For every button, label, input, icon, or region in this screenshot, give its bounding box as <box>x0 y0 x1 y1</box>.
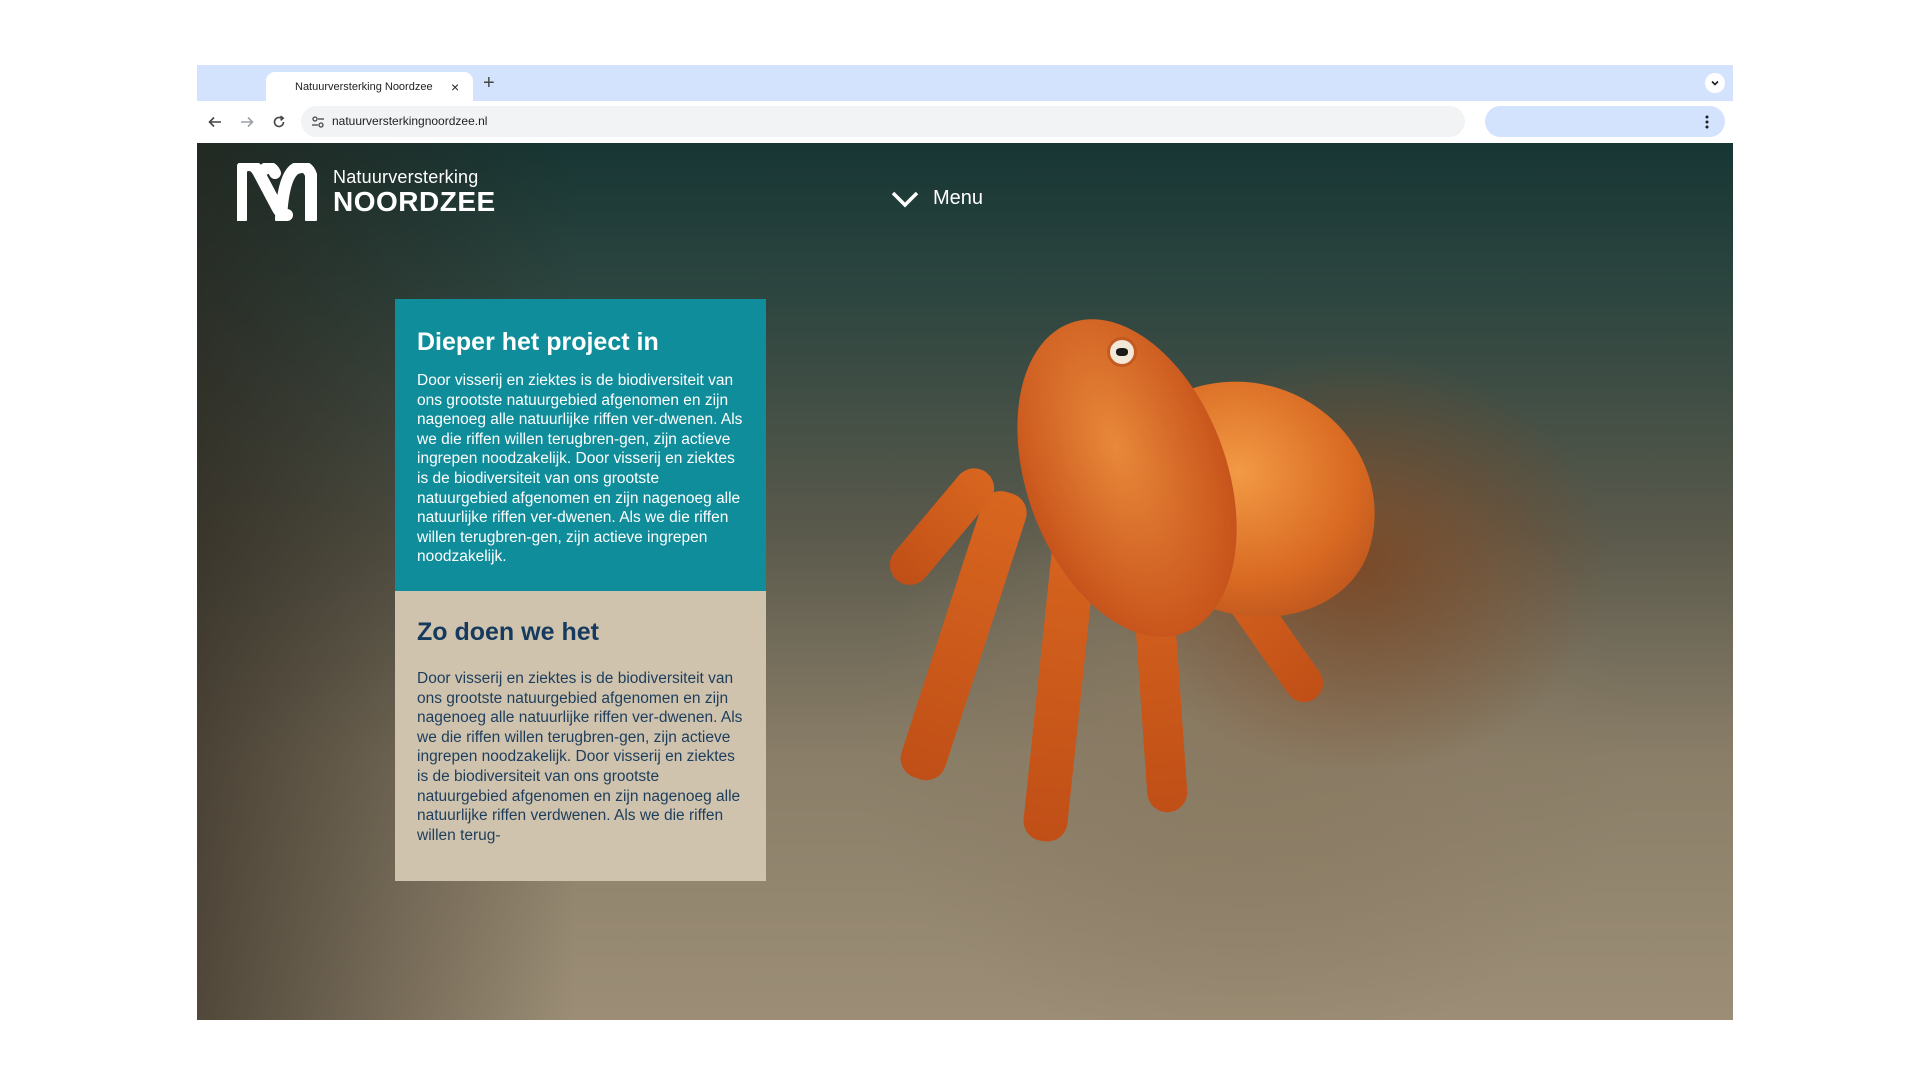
url-text[interactable]: natuurversterkingnoordzee.nl <box>332 114 487 128</box>
tab-search-button[interactable] <box>1705 73 1725 93</box>
site-info-icon[interactable] <box>309 113 327 131</box>
address-bar[interactable]: natuurversterkingnoordzee.nl <box>301 106 1465 137</box>
kebab-menu-icon[interactable] <box>1701 115 1713 129</box>
forward-arrow-icon <box>241 116 254 128</box>
logo-wordmark: Natuurversterking NOORDZEE <box>333 168 496 216</box>
back-button[interactable] <box>203 110 227 134</box>
reload-button[interactable] <box>267 110 291 134</box>
tab-title: Natuurversterking Noordzee <box>295 80 433 93</box>
menu-button[interactable]: Menu <box>891 187 983 210</box>
reload-icon <box>273 115 285 128</box>
browser-window: Natuurversterking Noordzee × + natuurver… <box>197 65 1733 1020</box>
browser-toolbar: natuurversterkingnoordzee.nl <box>197 101 1733 143</box>
panel-title: Zo doen we het <box>417 618 599 646</box>
back-arrow-icon <box>208 116 221 128</box>
panel-body: Door visserij en ziektes is de biodivers… <box>417 670 743 844</box>
octopus-eye <box>1107 337 1137 367</box>
tab-close-icon[interactable]: × <box>451 80 459 94</box>
profile-area[interactable] <box>1485 106 1725 137</box>
chevron-down-icon <box>891 191 919 207</box>
browser-tab[interactable]: Natuurversterking Noordzee × <box>266 72 473 101</box>
chevron-down-icon <box>1711 80 1719 86</box>
menu-label: Menu <box>933 187 984 209</box>
panel-title: Dieper het project in <box>417 328 659 356</box>
forward-button[interactable] <box>235 110 259 134</box>
site-logo[interactable]: Natuurversterking NOORDZEE <box>237 163 496 221</box>
logo-line-2: NOORDZEE <box>333 186 496 217</box>
approach-panel: Zo doen we het Door visserij en ziektes … <box>395 591 766 881</box>
panel-body: Door visserij en ziektes is de biodivers… <box>417 372 743 566</box>
logo-line-1: Natuurversterking <box>333 167 479 187</box>
new-tab-button[interactable]: + <box>483 71 495 95</box>
tab-strip: Natuurversterking Noordzee × + <box>197 65 1733 101</box>
project-panel: Dieper het project in Door visserij en z… <box>395 299 766 591</box>
page-viewport: Natuurversterking NOORDZEE Menu Dieper h… <box>197 143 1733 1020</box>
logo-mark-icon <box>237 163 317 221</box>
